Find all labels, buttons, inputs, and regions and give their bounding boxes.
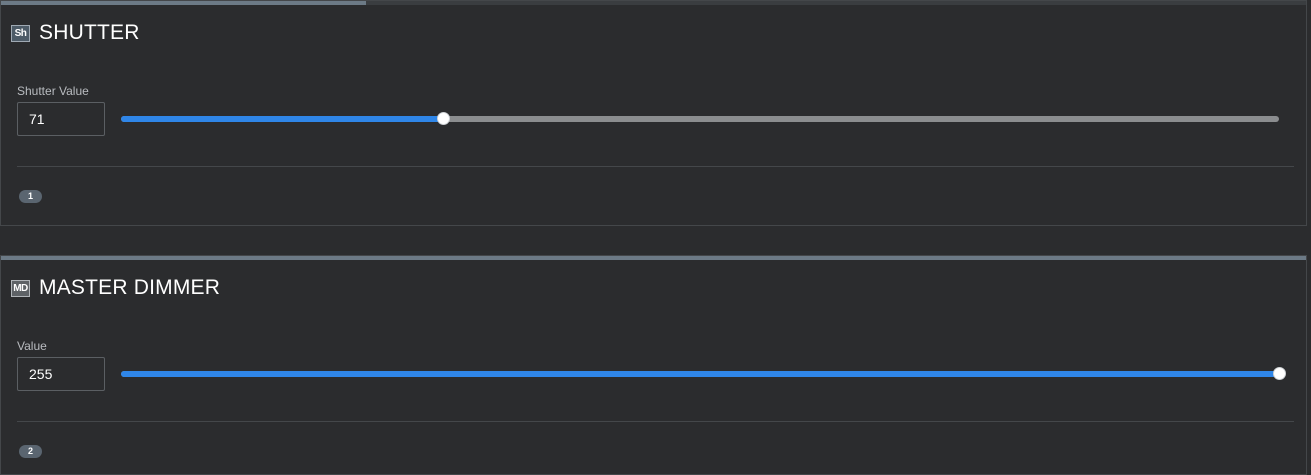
shutter-icon: Sh [11, 24, 30, 42]
master-dimmer-icon: MD [11, 279, 30, 297]
count-badge: 1 [19, 190, 42, 203]
panel-header: Sh SHUTTER [11, 21, 140, 45]
panel-header: MD MASTER DIMMER [11, 276, 220, 300]
value-slider[interactable] [121, 367, 1286, 380]
panel-progress-track [1, 1, 1306, 5]
count-badge: 2 [19, 445, 42, 458]
panel-progress-fill [1, 1, 367, 5]
value-input[interactable]: 71 [17, 102, 105, 136]
value-input[interactable]: 255 [17, 357, 105, 391]
slider-thumb[interactable] [437, 112, 451, 125]
slider-fill [121, 371, 1279, 377]
shutter-panel: Sh SHUTTER Shutter Value 71 1 [0, 0, 1307, 226]
panel-title: MASTER DIMMER [39, 276, 221, 299]
slider-fill [121, 116, 444, 122]
panel-progress-track [1, 256, 1306, 260]
value-label: Shutter Value [17, 84, 89, 98]
divider [17, 421, 1294, 422]
value-slider[interactable] [121, 112, 1279, 125]
slider-thumb[interactable] [1273, 367, 1286, 380]
panel-title: SHUTTER [39, 21, 140, 44]
master-dimmer-panel: MD MASTER DIMMER Value 255 2 [0, 255, 1307, 475]
divider [17, 166, 1294, 167]
panel-progress-fill [1, 256, 1306, 260]
value-label: Value [17, 339, 47, 353]
